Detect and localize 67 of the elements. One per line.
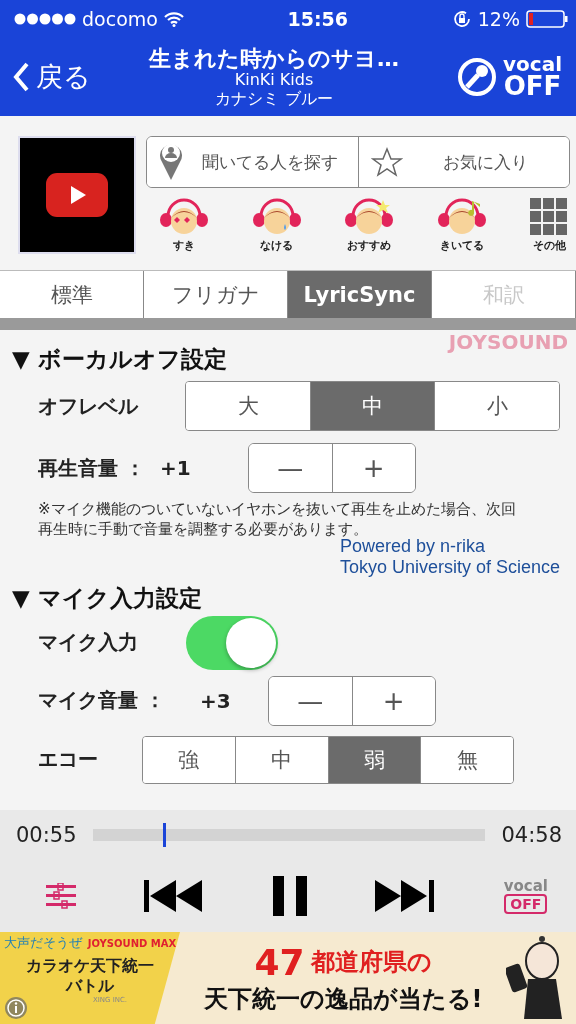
battery-icon xyxy=(526,10,568,28)
ad-campaign: カラオケ天下統一バトル xyxy=(25,956,155,996)
reaction-button[interactable]: なける xyxy=(252,198,301,253)
song-title: 生まれた時からのサヨ… xyxy=(149,45,399,72)
signal-icon xyxy=(14,13,76,25)
off-level-option[interactable]: 小 xyxy=(434,382,559,430)
volume-value: +1 xyxy=(160,456,192,480)
pause-icon xyxy=(272,876,307,916)
ad-brand: JOYSOUND MAX xyxy=(87,937,177,949)
location-pin-icon xyxy=(159,142,183,182)
play-logo-icon xyxy=(46,173,108,217)
equalizer-icon xyxy=(46,883,76,909)
artist-name: KinKi Kids xyxy=(234,71,314,90)
status-time: 15:56 xyxy=(287,8,349,30)
total-time: 04:58 xyxy=(501,823,562,847)
progress-marker[interactable] xyxy=(163,823,167,847)
song-subtitle: カナシミ ブルー xyxy=(215,89,333,109)
off-level-option[interactable]: 中 xyxy=(309,382,435,430)
reaction-button[interactable]: その他 xyxy=(530,198,568,253)
grid-icon xyxy=(530,198,568,236)
volume-label: 再生音量 ： xyxy=(38,454,146,482)
star-icon xyxy=(370,147,403,177)
increase-button[interactable]: + xyxy=(331,444,415,492)
reaction-button[interactable]: おすすめ xyxy=(345,198,393,253)
character-icon xyxy=(252,198,301,236)
skip-back-icon xyxy=(144,880,205,912)
elapsed-time: 00:55 xyxy=(16,823,77,847)
section-heading: ▼ マイク入力設定 xyxy=(12,583,203,613)
back-button[interactable]: 戻る xyxy=(12,59,91,95)
reaction-button[interactable]: きいてる xyxy=(437,198,486,253)
note-text: ※マイク機能のついていないイヤホンを抜いて再生を止めた場合、次回再生時に手動で音量を調整する必要があります。 xyxy=(38,499,516,539)
off-level-label: オフレベル xyxy=(38,392,140,420)
info-icon[interactable] xyxy=(4,996,28,1020)
battery-percent: 12% xyxy=(477,8,520,30)
brand-logo-text: JOYSOUND xyxy=(448,330,568,354)
rotation-lock-icon xyxy=(451,9,472,29)
previous-button[interactable] xyxy=(144,880,205,912)
carrier-name: docomo xyxy=(82,8,158,30)
character-icon xyxy=(345,198,393,236)
lyrics-tab[interactable]: LyricSync xyxy=(288,271,432,318)
ad-tagline: 大声だそうぜ xyxy=(3,934,82,952)
echo-option[interactable]: 弱 xyxy=(327,736,421,783)
wifi-icon xyxy=(163,11,184,27)
skip-forward-icon xyxy=(375,880,436,912)
echo-label: エコー xyxy=(38,746,99,774)
ad-subline: 天下統一の逸品が当たる! xyxy=(203,983,483,1015)
favorite-button[interactable]: お気に入り xyxy=(357,137,569,187)
video-thumbnail[interactable] xyxy=(18,136,136,254)
reaction-button[interactable]: すき xyxy=(160,198,208,253)
lyrics-tab[interactable]: 標準 xyxy=(0,271,144,318)
echo-option[interactable]: 無 xyxy=(420,736,513,783)
character-icon xyxy=(437,198,486,236)
mic-input-label: マイク入力 xyxy=(38,629,139,657)
mic-input-toggle[interactable] xyxy=(186,615,278,670)
mic-volume-label: マイク音量 ： xyxy=(38,687,166,715)
microphone-icon xyxy=(457,57,497,97)
pause-button[interactable] xyxy=(272,876,307,916)
credit-text: Tokyo University of Science xyxy=(339,557,560,579)
equalizer-button[interactable] xyxy=(46,883,76,909)
vocal-off-button[interactable]: vocal OFF xyxy=(457,55,562,99)
ad-number: 47 xyxy=(254,941,305,983)
next-button[interactable] xyxy=(375,880,436,912)
mic-volume-value: +3 xyxy=(200,688,232,713)
lyrics-tab[interactable]: フリガナ xyxy=(144,271,288,318)
chevron-left-icon xyxy=(12,61,30,93)
increase-button[interactable]: + xyxy=(351,676,435,725)
ad-headline: 都道府県の xyxy=(310,947,432,978)
